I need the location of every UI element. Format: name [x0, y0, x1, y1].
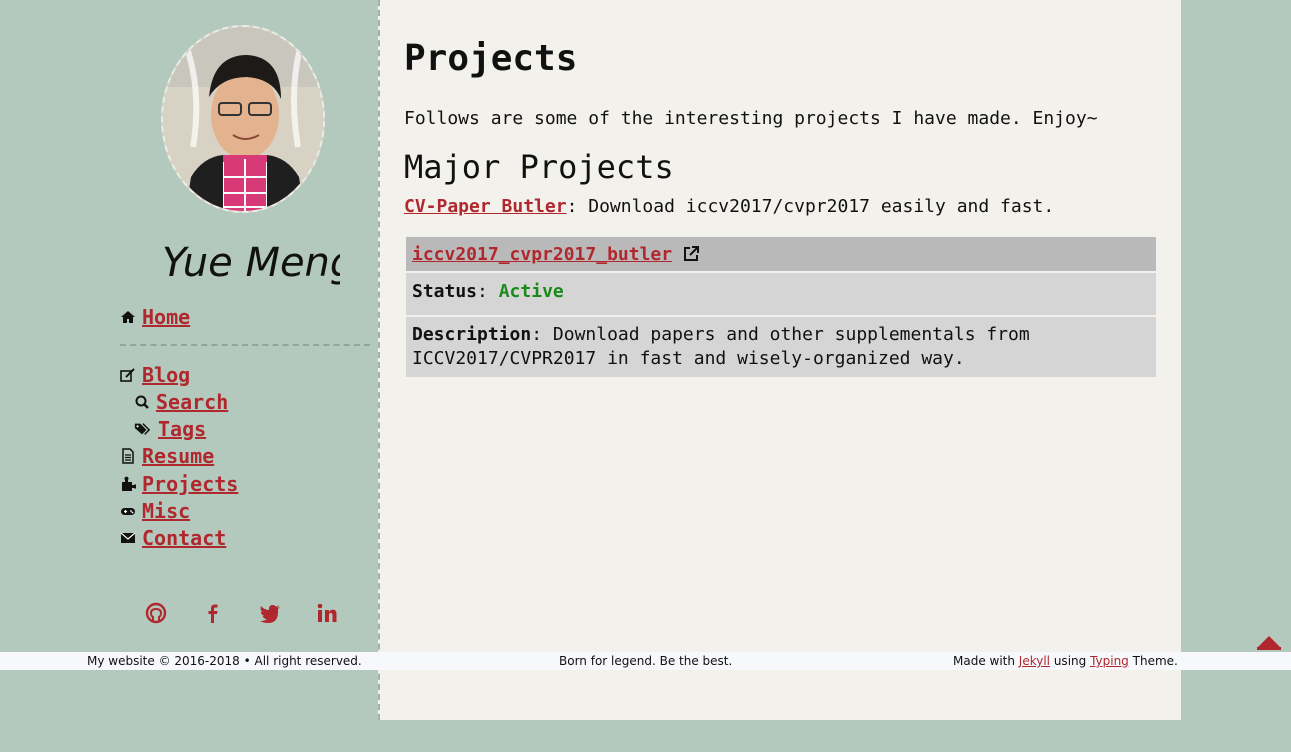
home-icon	[120, 309, 136, 325]
edit-icon	[120, 367, 136, 383]
repo-link[interactable]: iccv2017_cvpr2017_butler	[412, 244, 672, 265]
envelope-icon	[120, 530, 136, 546]
project-description-row: Description: Download papers and other s…	[406, 315, 1156, 377]
intro-text: Follows are some of the interesting proj…	[404, 108, 1098, 129]
jekyll-link[interactable]: Jekyll	[1019, 654, 1050, 668]
nav-search-link[interactable]: Search	[156, 390, 228, 414]
footer: My website © 2016-2018 • All right reser…	[0, 652, 1291, 670]
gamepad-icon	[120, 503, 136, 519]
nav-projects-link[interactable]: Projects	[142, 472, 238, 496]
nav-resume[interactable]: Resume	[120, 444, 214, 468]
status-value: Active	[498, 281, 564, 302]
nav-resume-link[interactable]: Resume	[142, 444, 214, 468]
nav-projects[interactable]: Projects	[120, 472, 238, 496]
nav-contact-link[interactable]: Contact	[142, 526, 226, 550]
nav-divider	[120, 344, 370, 346]
page-title: Projects	[404, 38, 578, 79]
svg-text:Yue Meng: Yue Meng	[162, 240, 340, 286]
signature: Yue Meng	[162, 240, 340, 286]
footer-credits: Made with Jekyll using Typing Theme.	[953, 654, 1178, 668]
project-card-header: iccv2017_cvpr2017_butler	[406, 237, 1156, 271]
facebook-icon[interactable]	[202, 602, 228, 628]
nav-blog[interactable]: Blog	[120, 363, 190, 387]
nav-misc-link[interactable]: Misc	[142, 499, 190, 523]
file-icon	[120, 448, 136, 464]
nav-tags-link[interactable]: Tags	[158, 417, 206, 441]
nav-home-link[interactable]: Home	[142, 305, 190, 329]
linkedin-icon[interactable]	[316, 602, 342, 628]
back-to-top-icon[interactable]	[1256, 634, 1282, 650]
twitter-icon[interactable]	[259, 602, 285, 628]
project-status-row: Status: Active	[406, 271, 1156, 315]
nav-home[interactable]: Home	[120, 305, 190, 329]
status-label: Status	[412, 281, 478, 302]
nav-search[interactable]: Search	[134, 390, 228, 414]
social-links	[145, 602, 373, 628]
nav-blog-link[interactable]: Blog	[142, 363, 190, 387]
main-content: Projects Follows are some of the interes…	[378, 0, 1181, 720]
search-icon	[134, 394, 150, 410]
project-summary: CV-Paper Butler: Download iccv2017/cvpr2…	[404, 196, 1054, 217]
description-label: Description	[412, 324, 532, 345]
project-card: iccv2017_cvpr2017_butler Status: Active …	[404, 235, 1158, 379]
puzzle-icon	[120, 476, 136, 492]
footer-motto: Born for legend. Be the best.	[559, 654, 733, 668]
tags-icon	[134, 421, 152, 437]
typing-link[interactable]: Typing	[1090, 654, 1129, 668]
external-link-icon[interactable]	[682, 245, 700, 263]
footer-copyright: My website © 2016-2018 • All right reser…	[87, 654, 362, 668]
project-summary-text: : Download iccv2017/cvpr2017 easily and …	[566, 196, 1055, 217]
github-icon[interactable]	[145, 602, 171, 628]
avatar	[161, 25, 325, 213]
sidebar: Yue Meng Home Blog Search Tags Resume Pr…	[0, 0, 378, 752]
nav-contact[interactable]: Contact	[120, 526, 226, 550]
nav-tags[interactable]: Tags	[134, 417, 206, 441]
nav-misc[interactable]: Misc	[120, 499, 190, 523]
section-title: Major Projects	[404, 148, 674, 186]
project-link[interactable]: CV-Paper Butler	[404, 196, 567, 217]
